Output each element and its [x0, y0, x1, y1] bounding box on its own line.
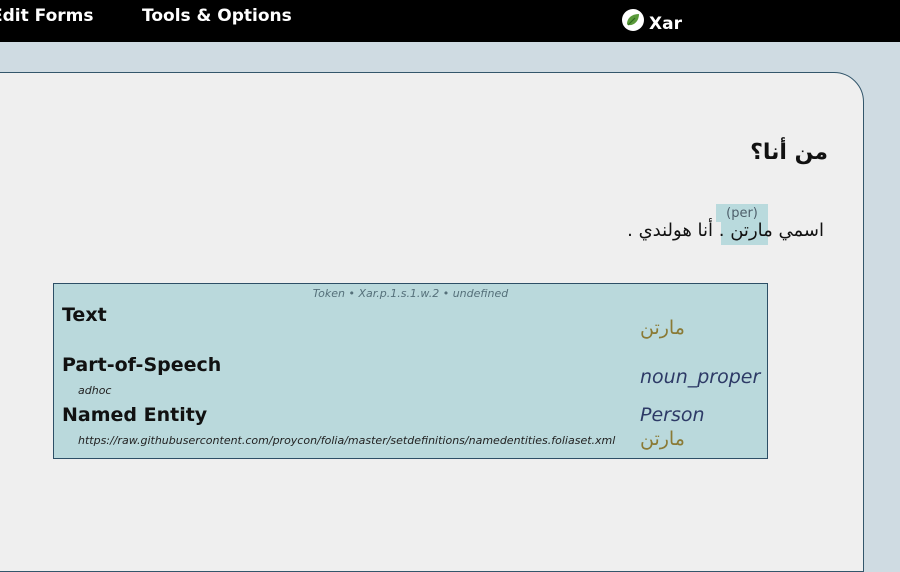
- field-set-pos: adhoc: [78, 384, 112, 397]
- word-token-selected[interactable]: مارتن: [730, 220, 773, 241]
- field-value-pos: noun_proper: [640, 366, 761, 388]
- leaf-icon: [622, 8, 644, 31]
- panel-header: Token • Xar.p.1.s.1.w.2 • undefined: [312, 287, 509, 300]
- document-title: من أنا؟: [750, 140, 828, 165]
- token-details-panel: Token • Xar.p.1.s.1.w.2 • undefined Text…: [53, 283, 768, 459]
- field-label-ner: Named Entity: [62, 404, 208, 426]
- menu-edit-forms[interactable]: Edit Forms: [0, 6, 93, 26]
- menu-tools-options[interactable]: Tools & Options: [142, 6, 292, 26]
- word-token[interactable]: اسمي: [779, 220, 825, 241]
- field-label-pos: Part-of-Speech: [62, 354, 222, 376]
- top-navigation-bar: Edit Forms Tools & Options Xar: [0, 0, 900, 42]
- field-value-ner-text: مارتن: [640, 428, 685, 450]
- brand-name: Xar: [649, 14, 682, 34]
- field-label-text: Text: [62, 304, 107, 326]
- word-token[interactable]: . أنا هولندي .: [627, 220, 724, 241]
- field-set-ner: https://raw.githubusercontent.com/proyco…: [78, 434, 616, 447]
- sentence: اسمي مارتن . أنا هولندي .: [627, 220, 824, 241]
- brand[interactable]: Xar: [622, 8, 682, 34]
- field-value-ner: Person: [640, 404, 705, 426]
- field-value-text: مارتن: [640, 317, 685, 339]
